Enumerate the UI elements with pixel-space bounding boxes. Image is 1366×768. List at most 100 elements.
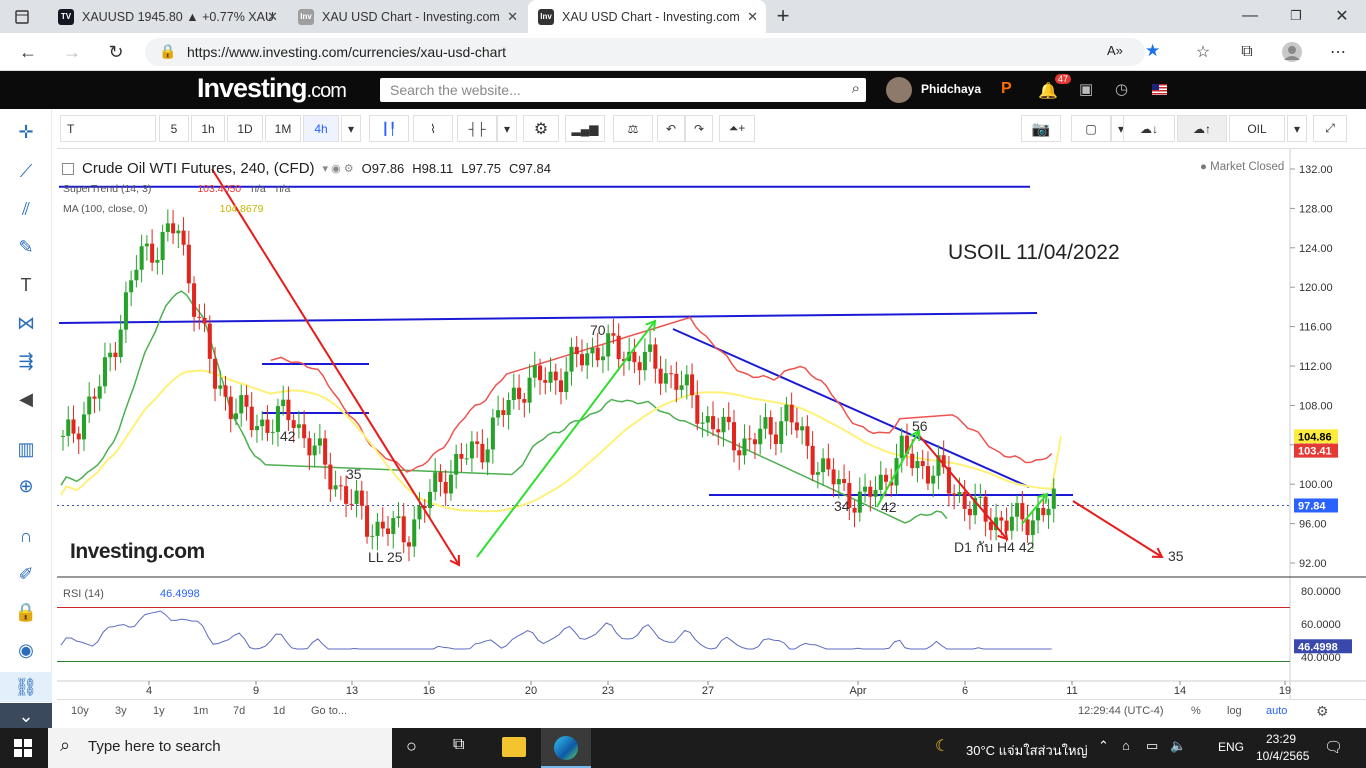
url-field[interactable]: 🔒 https://www.investing.com/currencies/x…: [145, 38, 1160, 66]
indicators-icon[interactable]: ▂▄▆: [565, 115, 605, 142]
us-flag-icon[interactable]: [1152, 84, 1167, 95]
log-toggle[interactable]: log: [1227, 705, 1242, 717]
measure-icon[interactable]: ▥: [0, 434, 52, 464]
user-avatar[interactable]: [886, 77, 912, 103]
username[interactable]: Phidchaya: [921, 82, 981, 96]
bell-icon[interactable]: 🔔: [1038, 81, 1058, 101]
battery-icon[interactable]: ▭: [1146, 738, 1158, 754]
range-3y[interactable]: 3y: [115, 705, 127, 717]
pro-icon[interactable]: P: [1001, 80, 1017, 100]
cortana-icon[interactable]: ○: [406, 736, 417, 757]
portfolio-icon[interactable]: ▣: [1079, 80, 1093, 98]
clock-date[interactable]: 10/4/2565: [1256, 749, 1309, 763]
back-icon[interactable]: ←: [16, 40, 40, 64]
redo-icon[interactable]: ↷: [685, 115, 713, 142]
file-explorer-icon[interactable]: [502, 737, 526, 757]
interval-1m[interactable]: 1M: [265, 115, 301, 142]
network-icon[interactable]: ⌂: [1122, 738, 1130, 753]
tray-chevron-icon[interactable]: ⌃: [1098, 738, 1109, 754]
volume-icon[interactable]: 🔈: [1170, 738, 1186, 754]
symbol-input[interactable]: T: [60, 115, 156, 142]
chart-settings-icon[interactable]: ⚙: [1316, 703, 1329, 720]
interval-dropdown-icon[interactable]: ▾: [341, 115, 361, 142]
supertrend-label[interactable]: SuperTrend (14, 3): [63, 183, 151, 195]
pencil-lock-icon[interactable]: ✐: [0, 559, 52, 589]
chart-type-dropdown-icon[interactable]: ▾: [497, 115, 517, 142]
legend-options-icon[interactable]: ▾ ◉ ⚙: [323, 162, 354, 175]
collections-icon[interactable]: ⧉: [1236, 41, 1258, 63]
close-tab-icon[interactable]: ✕: [507, 9, 518, 25]
eye-icon[interactable]: ◉: [0, 635, 52, 665]
favorite-star-icon[interactable]: ★: [1145, 41, 1160, 61]
range-1d[interactable]: 1d: [273, 705, 285, 717]
language-indicator[interactable]: ENG: [1218, 740, 1244, 754]
interval-1h[interactable]: 1h: [191, 115, 225, 142]
close-tab-icon[interactable]: ✕: [747, 9, 758, 25]
range-1m[interactable]: 1m: [193, 705, 208, 717]
pattern-icon[interactable]: ⋈: [0, 308, 52, 338]
collapse-legend-icon[interactable]: [62, 162, 74, 175]
read-aloud-icon[interactable]: A»: [1107, 43, 1123, 58]
lock-icon[interactable]: 🔒: [0, 597, 52, 627]
fib-icon[interactable]: ⫽: [0, 194, 52, 224]
windows-start-icon[interactable]: [14, 739, 32, 757]
goto-button[interactable]: Go to...: [311, 705, 347, 717]
alert-icon[interactable]: ⏶+: [719, 115, 755, 142]
favorites-icon[interactable]: ☆: [1192, 41, 1214, 63]
trendline-icon[interactable]: ⟋: [0, 156, 52, 186]
magnet-icon[interactable]: ∩: [0, 521, 52, 551]
percent-toggle[interactable]: %: [1191, 705, 1201, 717]
ma-label[interactable]: MA (100, close, 0): [63, 203, 148, 215]
range-1y[interactable]: 1y: [153, 705, 165, 717]
collapse-icon[interactable]: ⌄: [0, 703, 52, 729]
brush-icon[interactable]: ✎: [0, 232, 52, 262]
compare-icon[interactable]: ⚖: [613, 115, 653, 142]
text-tool-icon[interactable]: T: [0, 270, 52, 300]
chart-canvas[interactable]: 132.00 128.00 124.00 120.00 116.00 112.00 108.…: [57, 149, 1366, 699]
crosshair-icon[interactable]: ✛: [0, 117, 52, 147]
more-menu-icon[interactable]: ⋯: [1326, 40, 1350, 64]
search-icon[interactable]: ⌕: [852, 80, 860, 97]
tab-investing-1[interactable]: Inv XAU USD Chart - Investing.com ✕: [288, 0, 526, 33]
line-chart-icon[interactable]: ⌇: [413, 115, 453, 142]
new-tab-icon[interactable]: +: [770, 3, 796, 28]
fullscreen-icon[interactable]: ⤢: [1313, 115, 1347, 142]
interval-1d[interactable]: 1D: [227, 115, 263, 142]
cloud-load-icon[interactable]: ☁↓: [1123, 115, 1175, 142]
refresh-icon[interactable]: ↻: [104, 40, 128, 64]
link-icon[interactable]: ⛓: [0, 672, 52, 702]
close-tab-icon[interactable]: ✕: [267, 9, 278, 25]
taskbar-search-field[interactable]: ⌕ Type here to search: [48, 728, 392, 768]
auto-toggle[interactable]: auto: [1266, 705, 1287, 717]
range-10y[interactable]: 10y: [71, 705, 89, 717]
candles-icon[interactable]: ┃╿: [369, 115, 409, 142]
tab-actions-icon[interactable]: [10, 6, 34, 28]
bars-icon[interactable]: ┤├: [457, 115, 497, 142]
undo-icon[interactable]: ↶: [657, 115, 685, 142]
zoom-icon[interactable]: ⊕: [0, 471, 52, 501]
weather-text[interactable]: 30°C แจ่มใสส่วนใหญ่: [966, 740, 1088, 761]
minimize-icon[interactable]: —: [1238, 5, 1262, 27]
clock-time[interactable]: 23:29: [1266, 732, 1296, 746]
forward-icon[interactable]: →: [60, 40, 84, 64]
interval-5[interactable]: 5: [159, 115, 189, 142]
investing-logo[interactable]: Investing.com: [197, 73, 347, 104]
range-7d[interactable]: 7d: [233, 705, 245, 717]
settings-gear-icon[interactable]: ⚙: [523, 115, 559, 142]
close-window-icon[interactable]: ✕: [1330, 5, 1354, 27]
rsi-label[interactable]: RSI (14): [63, 588, 104, 600]
tab-investing-active[interactable]: Inv XAU USD Chart - Investing.com ✕: [528, 0, 766, 33]
clock-icon[interactable]: ◷: [1115, 80, 1128, 98]
restore-icon[interactable]: ❐: [1284, 5, 1308, 27]
camera-icon[interactable]: 📷: [1021, 115, 1061, 142]
weather-icon[interactable]: ☾: [935, 736, 949, 756]
back-arrow-icon[interactable]: ◀: [0, 384, 52, 414]
oil-symbol-button[interactable]: OIL: [1229, 115, 1285, 142]
interval-4h[interactable]: 4h: [303, 115, 339, 142]
prediction-icon[interactable]: ⇶: [0, 346, 52, 376]
layout-icon[interactable]: ▢: [1071, 115, 1111, 142]
tab-tradingview[interactable]: TV XAUUSD 1945.80 ▲ +0.77% XAU ✕: [48, 0, 286, 33]
cloud-save-icon[interactable]: ☁↑: [1177, 115, 1227, 142]
symbol-dropdown-icon[interactable]: ▾: [1287, 115, 1307, 142]
edge-taskbar-icon[interactable]: [541, 728, 591, 768]
